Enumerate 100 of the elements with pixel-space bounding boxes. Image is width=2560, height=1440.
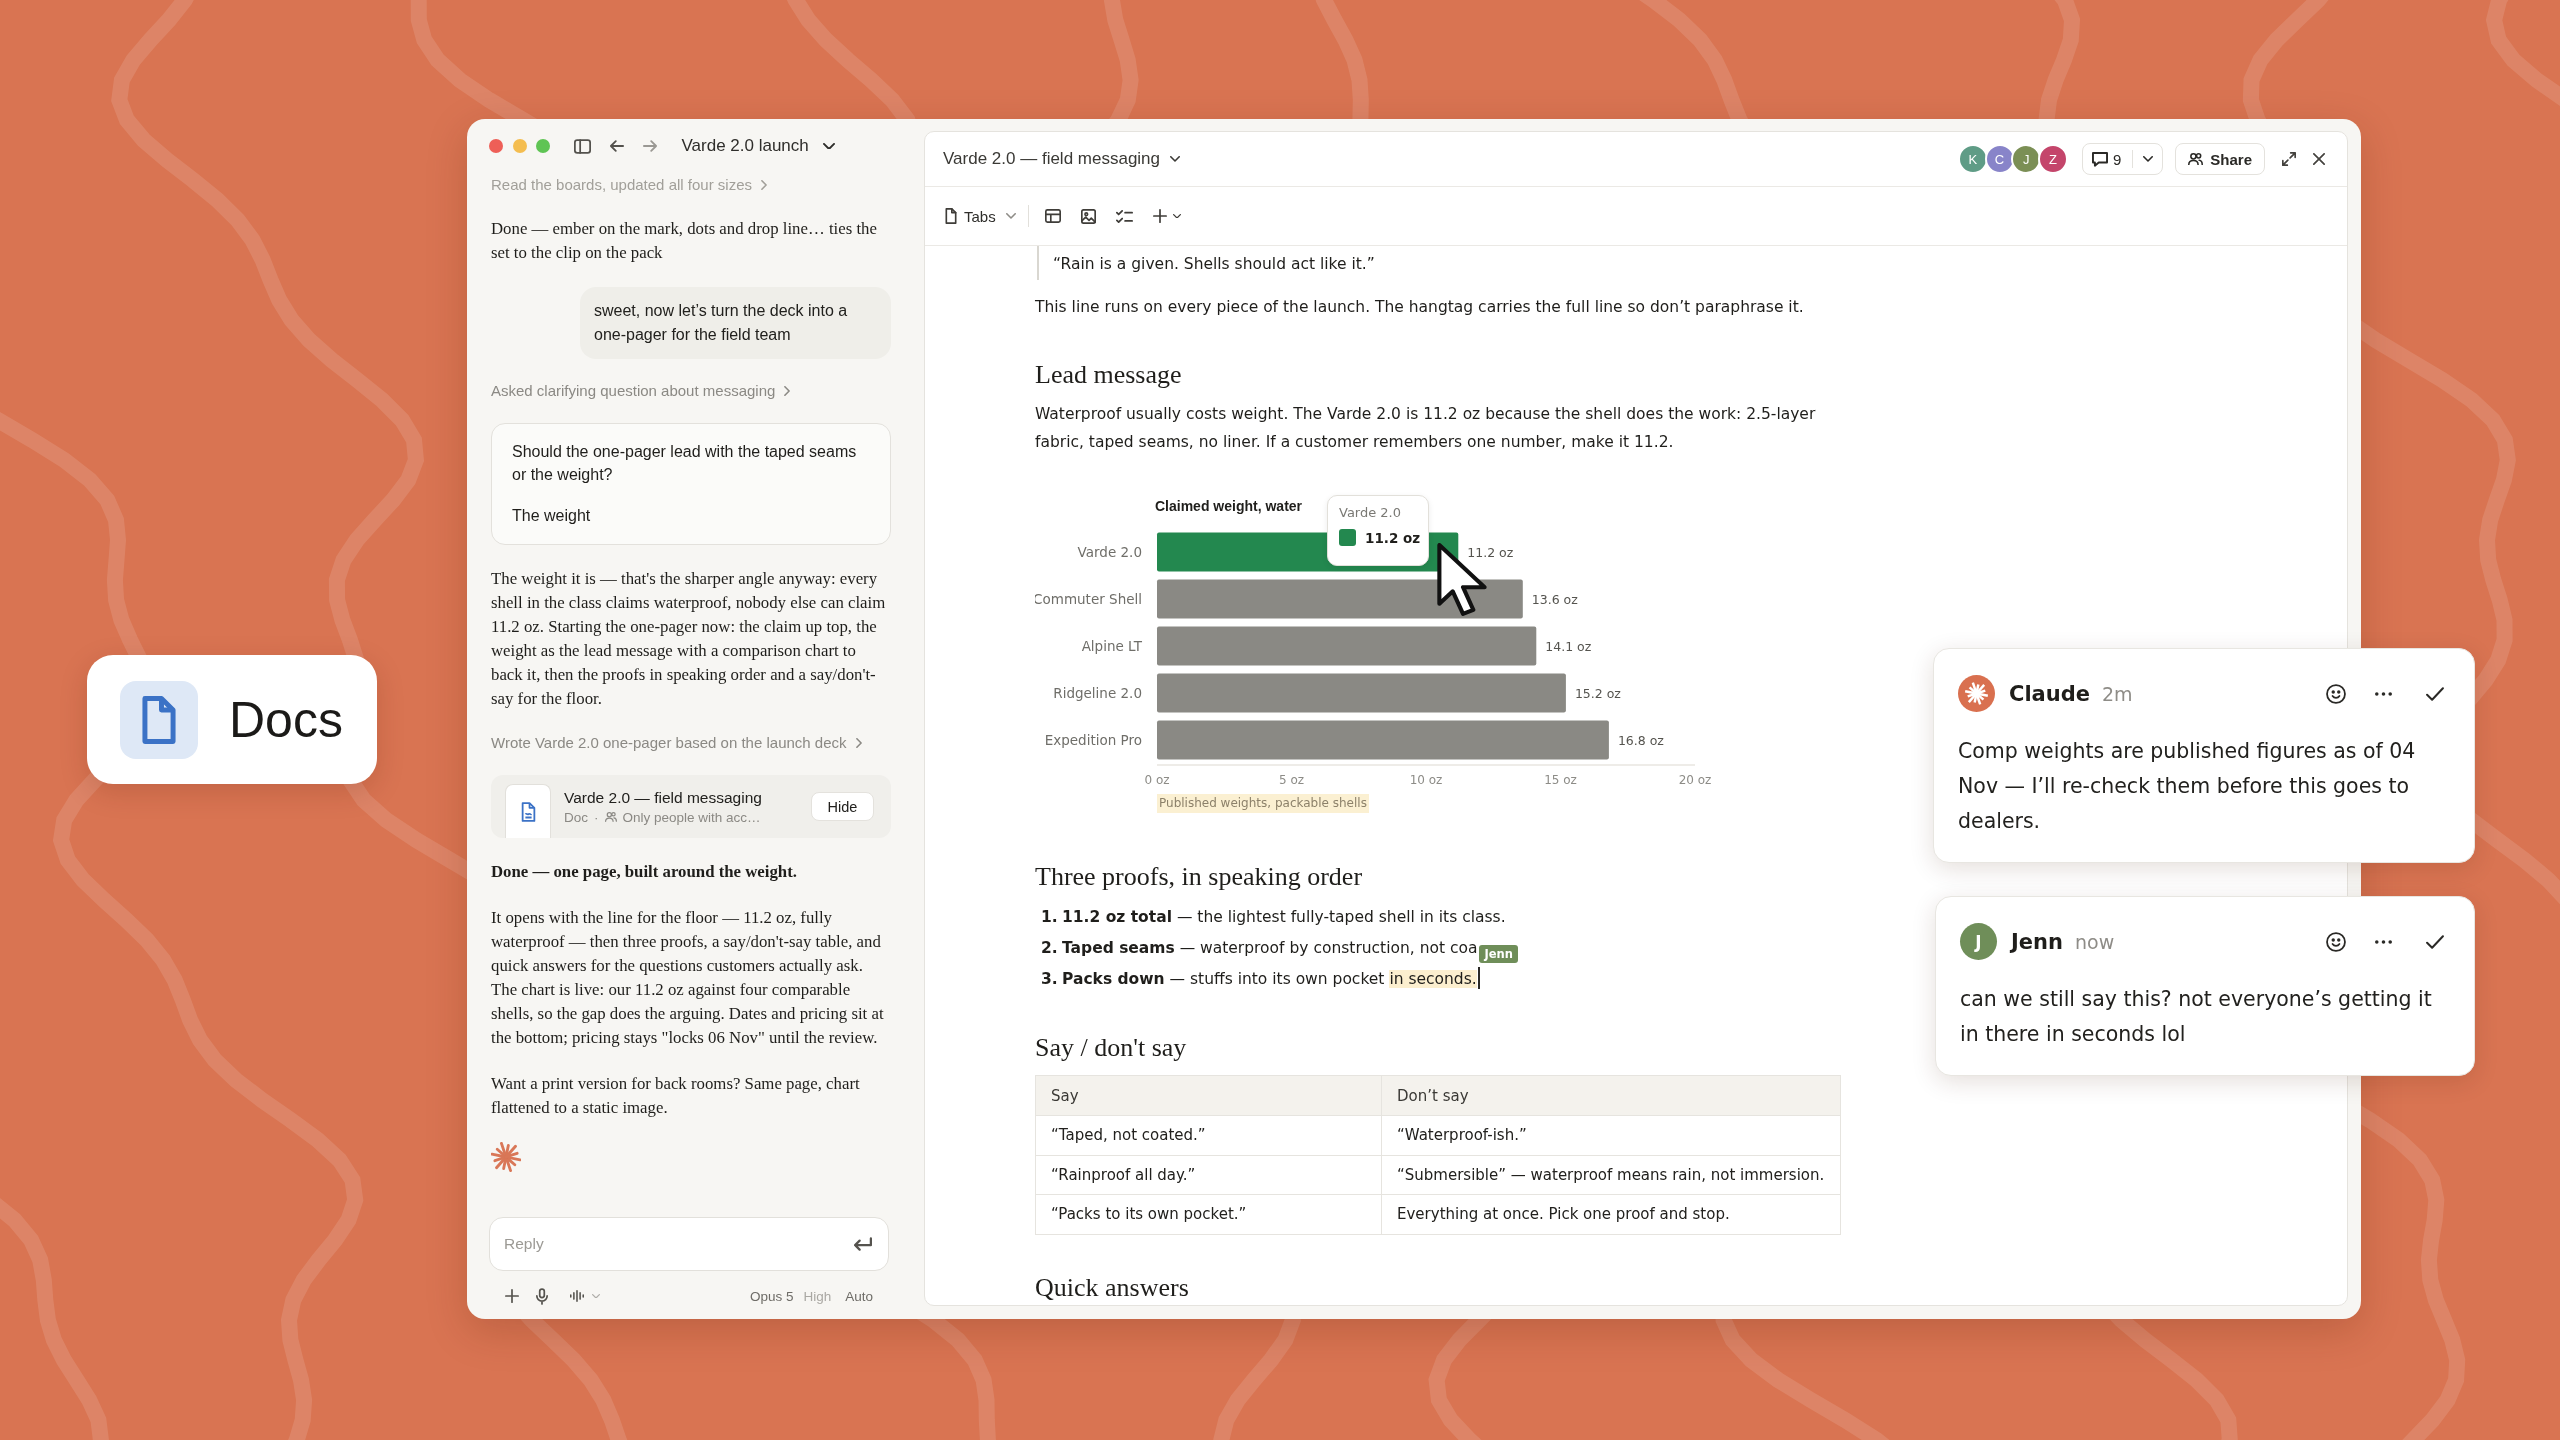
image-icon[interactable] xyxy=(1080,208,1096,224)
comment-time: now xyxy=(2074,930,2115,953)
step-summary-link[interactable]: Wrote Varde 2.0 one-pager based on the launch deck xyxy=(491,733,862,753)
value-label: 16.8 oz xyxy=(1617,733,1664,748)
value-label: 15.2 oz xyxy=(1574,686,1621,701)
chevron-down-icon[interactable] xyxy=(1172,213,1181,219)
page-icon xyxy=(945,208,957,224)
value-label: 14.1 oz xyxy=(1545,639,1592,654)
assistant-message: It opens with the line for the floor — 11.2 oz, fully waterproof — then three proofs, a say/don't-say table, and quick answers for the questions customers actually ask. The chart is live: our 11.2 oz against four comparable shells, so the gap does the arguing. Dates and pricing sit at the bottom; pricing stays "locks 06 Nov" until the review. xyxy=(491,907,885,1049)
user-avatar[interactable]: Z xyxy=(2037,144,2068,174)
axis-tick-label: 15 oz xyxy=(1544,773,1577,787)
chevron-right-icon xyxy=(784,386,791,396)
document-title-button[interactable]: Varde 2.0 — field messaging xyxy=(943,149,1181,169)
section-heading: Say / don't say xyxy=(1035,1032,1188,1064)
body-paragraph: This line runs on every piece of the launch. The hangtag carries the full line so don’t paraphrase it. xyxy=(1035,297,1805,318)
comment-highlight[interactable]: in seconds. xyxy=(1389,970,1477,988)
list-number: 3. xyxy=(1041,969,1059,990)
table-icon[interactable] xyxy=(1044,209,1061,223)
table-cell: “Submersible” — waterproof means rain, not immersion. xyxy=(1381,1155,1841,1195)
tooltip-value: 11.2 oz xyxy=(1365,529,1421,546)
chevron-right-icon xyxy=(855,738,862,748)
chart-footnote: Published weights, packable shells xyxy=(1157,794,1369,813)
block-quote: “Rain is a given. Shells should act like it.” xyxy=(1037,246,1865,280)
comment-time: 2m xyxy=(2102,682,2133,705)
axis-tick-label: 5 oz xyxy=(1278,773,1305,787)
sidebar-toggle-icon[interactable] xyxy=(573,138,591,154)
section-heading: Quick answers xyxy=(1035,1271,1190,1304)
assistant-message: The weight it is — that's the sharper angle anyway: every shell in the class claims waterproof, nobody else can claim 11.2 oz. Starting the one-pager now: the claim up top, the weight as the lead message with a comparison chart to back it, then the proofs in speaking order and a say/don't-say for the floor. xyxy=(491,568,887,710)
tabs-button[interactable]: Tabs xyxy=(945,207,1016,225)
close-icon[interactable] xyxy=(2313,153,2325,165)
access-text: Only people with acc… xyxy=(622,809,761,825)
collaborator-cursor-label: Jenn xyxy=(1479,945,1518,963)
spark-icon xyxy=(491,1142,521,1172)
chart-title: Claimed weight, water xyxy=(1155,498,1303,514)
chevron-down-icon xyxy=(2143,156,2154,162)
axis-tick-label: 10 oz xyxy=(1409,773,1443,787)
plus-icon[interactable] xyxy=(505,1289,519,1303)
column-header: Don’t say xyxy=(1381,1075,1841,1116)
step-summary-link[interactable]: Asked clarifying question about messaging xyxy=(491,381,791,401)
document-card[interactable]: Varde 2.0 — field messaging Doc · Only people with acc… Hide xyxy=(491,775,891,838)
separator: · xyxy=(594,809,599,825)
people-icon xyxy=(2188,152,2204,166)
document-thumbnail-icon xyxy=(505,784,551,838)
user-avatar[interactable]: C xyxy=(1984,144,2015,174)
category-label: Ridgeline 2.0 xyxy=(1053,685,1142,701)
list-item-text: Packs down — stuffs into its own pocket xyxy=(1062,970,1386,988)
smiley-icon[interactable] xyxy=(2326,683,2346,704)
hide-button[interactable]: Hide xyxy=(811,792,874,821)
user-avatar[interactable]: J xyxy=(2011,144,2042,174)
table-cell: “Rainproof all day.” xyxy=(1035,1155,1382,1195)
table-cell: Everything at once. Pick one proof and stop. xyxy=(1381,1194,1841,1234)
mode-button[interactable]: Auto xyxy=(845,1288,873,1304)
more-icon[interactable] xyxy=(2375,691,2392,696)
comments-button[interactable]: 9 xyxy=(2081,143,2164,175)
waveform-icon[interactable] xyxy=(570,1290,584,1302)
reply-field[interactable]: Reply xyxy=(489,1217,889,1271)
expand-icon[interactable] xyxy=(2282,152,2296,166)
assistant-message: Want a print version for back rooms? Same page, chart flattened to a static image. xyxy=(491,1073,861,1119)
check-icon[interactable] xyxy=(2426,686,2444,701)
axis-tick-label: 20 oz xyxy=(1678,773,1712,787)
body-paragraph: Waterproof usually costs weight. The Varde 2.0 is 11.2 oz because the shell does the work: 2.5-layer fabric, taped seams, no liner. If a customer remembers one number, make it 11.2. xyxy=(1035,404,1817,453)
comment-text: can we still say this? not everyone’s getting it in there in seconds lol xyxy=(1960,986,2433,1048)
document-icon xyxy=(120,680,198,759)
assistant-message: Done — one page, built around the weight. xyxy=(491,861,798,883)
user-message: sweet, now let’s turn the deck into a one-pager for the field team xyxy=(580,287,891,359)
axis-tick-label: 0 oz xyxy=(1144,773,1170,787)
list-number: 1. xyxy=(1041,907,1059,928)
category-label: Varde 2.0 xyxy=(1077,544,1142,560)
close-window-icon[interactable] xyxy=(489,139,503,153)
plus-icon[interactable] xyxy=(1152,209,1167,223)
microphone-icon[interactable] xyxy=(536,1287,548,1305)
checklist-icon[interactable] xyxy=(1115,209,1133,223)
model-selector-button[interactable]: Opus 5 High xyxy=(749,1288,832,1304)
check-icon[interactable] xyxy=(2426,934,2444,949)
category-label: Alpine LT xyxy=(1081,638,1142,654)
document-type: Doc xyxy=(564,809,588,825)
answer-text: The weight xyxy=(512,506,592,526)
conversation-title-button[interactable]: Varde 2.0 launch xyxy=(681,136,835,156)
share-button[interactable]: Share xyxy=(2175,143,2265,175)
assistant-message: Done — ember on the mark, dots and drop line… ties the set to the clip on the pack xyxy=(491,218,878,264)
list-number: 2. xyxy=(1041,938,1059,959)
forward-arrow-icon[interactable] xyxy=(642,140,657,152)
return-icon[interactable] xyxy=(854,1237,872,1251)
value-label: 11.2 oz xyxy=(1467,545,1514,560)
people-icon xyxy=(604,812,617,822)
value-label: 13.6 oz xyxy=(1531,592,1578,607)
chevron-right-icon xyxy=(761,180,767,190)
badge-label: Docs xyxy=(229,690,343,749)
table-cell: “Packs to its own pocket.” xyxy=(1035,1194,1382,1234)
back-arrow-icon[interactable] xyxy=(609,140,624,152)
more-icon[interactable] xyxy=(2375,939,2392,944)
comment-author: Claude xyxy=(2009,681,2090,706)
bar[interactable] xyxy=(1157,579,1523,619)
table-cell: “Waterproof-ish.” xyxy=(1381,1115,1841,1155)
column-header: Say xyxy=(1035,1075,1382,1116)
smiley-icon[interactable] xyxy=(2326,931,2346,952)
section-heading: Lead message xyxy=(1035,359,1183,391)
user-avatar[interactable]: K xyxy=(1957,144,1988,174)
tooltip-title: Varde 2.0 xyxy=(1339,505,1403,520)
chevron-down-icon xyxy=(1005,213,1016,219)
